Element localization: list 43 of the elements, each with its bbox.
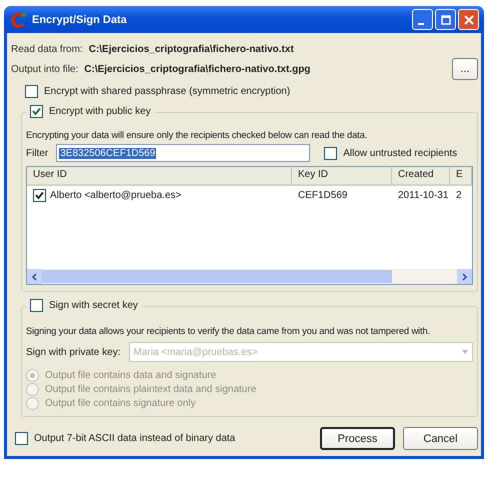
browse-button[interactable]: ...	[452, 58, 478, 80]
checkbox[interactable]	[30, 105, 43, 118]
close-button[interactable]	[458, 9, 479, 30]
table-cell: CEF1D569	[298, 190, 348, 200]
checkbox-label: Output 7-bit ASCII data instead of binary data	[34, 433, 236, 444]
radio-label: Output file contains data and signature	[45, 370, 216, 380]
column-header[interactable]: Key ID	[292, 167, 392, 184]
table-cell: 2011-10-31	[398, 190, 448, 200]
output-file-label: Output into file:	[11, 64, 78, 74]
checkbox[interactable]	[15, 432, 28, 445]
filter-label: Filter	[26, 148, 48, 158]
cancel-button[interactable]: Cancel	[403, 427, 478, 450]
checkbox-label: Allow untrusted recipients	[343, 148, 458, 158]
description-text: Encrypting your data will ensure only the recipients checked below can read the data.	[26, 129, 368, 140]
process-button[interactable]: Process	[320, 427, 395, 450]
checkbox-label: Encrypt with public key	[49, 106, 151, 117]
description-text: Signing your data allows your recipients to verify the data came from you and was not tampered with.	[26, 325, 431, 336]
read-data-label: Read data from:	[11, 44, 83, 54]
column-header[interactable]: User ID	[27, 167, 292, 184]
horizontal-scrollbar[interactable]	[27, 269, 472, 284]
column-header[interactable]: E	[450, 167, 472, 184]
read-data-path: C:\Ejercicios_criptografia\fichero-nativo.txt	[88, 44, 294, 54]
checkbox[interactable]	[30, 299, 43, 312]
maximize-button[interactable]	[435, 9, 456, 30]
maximize-icon	[440, 14, 450, 24]
table-cell: Alberto <alberto@prueba.es>	[50, 190, 182, 200]
checkbox[interactable]	[33, 188, 46, 202]
minimize-icon	[418, 22, 424, 24]
close-icon	[464, 14, 474, 24]
checkbox-label: Sign with secret key	[49, 300, 138, 311]
private-key-label: Sign with private key:	[26, 346, 120, 358]
radio-label: Output file contains signature only	[45, 398, 196, 408]
window-title: Encrypt/Sign Data	[32, 14, 128, 26]
radio-label: Output file contains plaintext data and signature	[45, 384, 256, 394]
checkbox[interactable]	[324, 146, 338, 160]
table-cell: 2	[456, 190, 462, 200]
filter-field[interactable]: 3E832506CEF1D569	[56, 144, 310, 162]
output-file-path: C:\Ejercicios_criptografia\fichero-nativo.txt.gpg	[84, 64, 310, 74]
column-header[interactable]: Created	[392, 167, 450, 184]
app-icon	[11, 12, 27, 28]
checkbox[interactable]	[25, 85, 38, 98]
checkbox-label: Encrypt with shared passphrase (symmetric encryption)	[44, 86, 290, 97]
minimize-button[interactable]	[412, 9, 433, 30]
